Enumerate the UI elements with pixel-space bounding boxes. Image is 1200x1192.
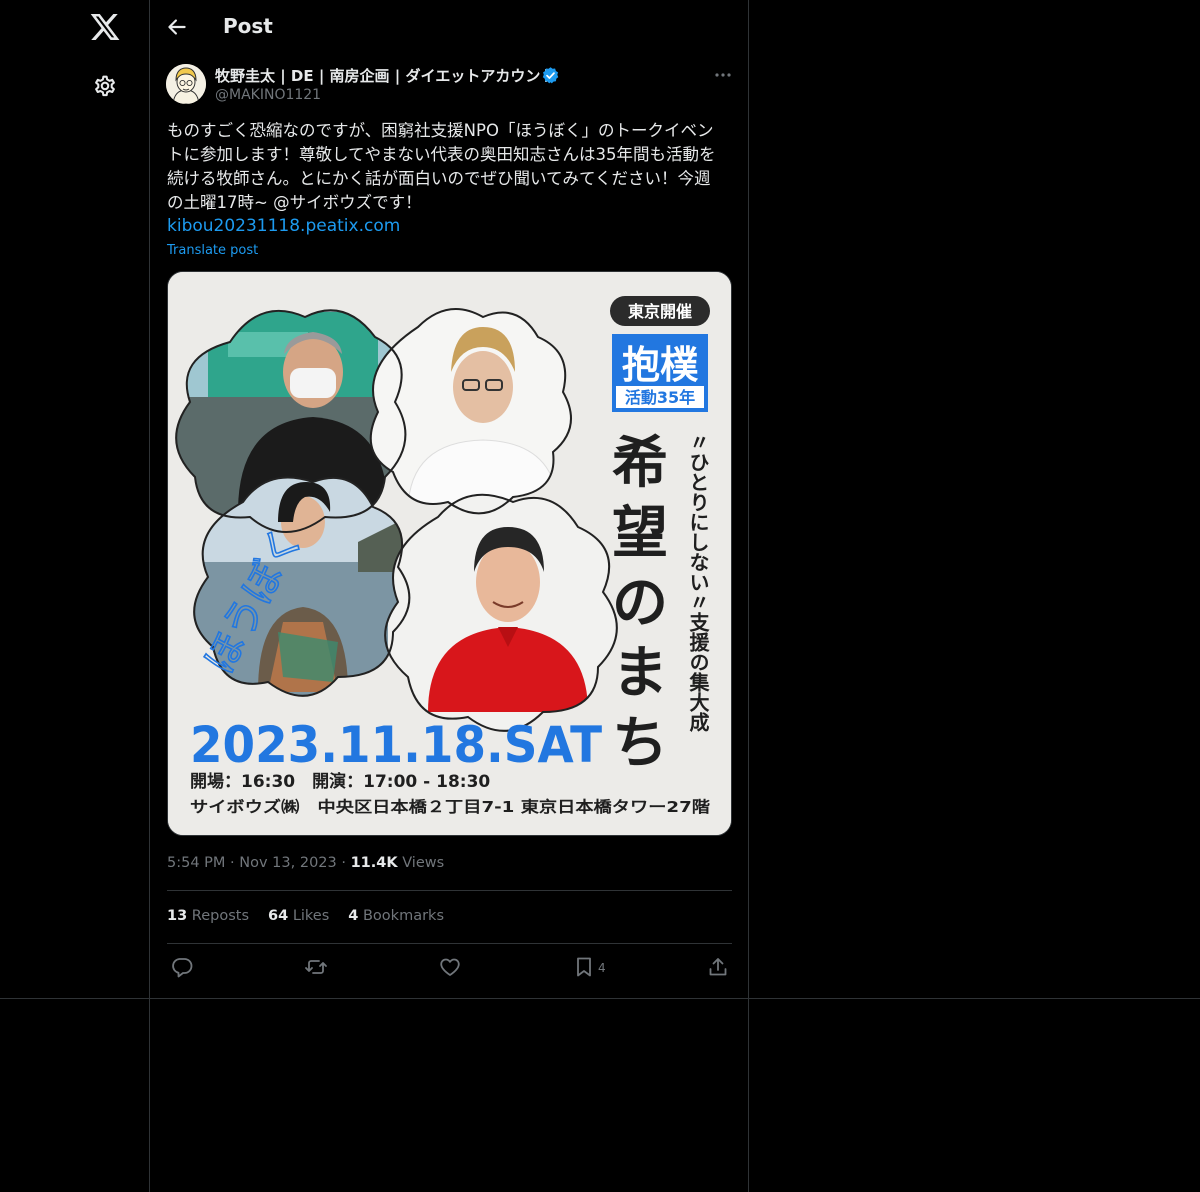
- views-label: Views: [402, 855, 445, 871]
- arrow-left-icon[interactable]: [164, 14, 190, 40]
- post-text-line: トに参加します！尊敬してやまない代表の奥田知志さんは35年間も活動を: [167, 145, 716, 164]
- likes-stat[interactable]: 64 Likes: [268, 908, 329, 924]
- poster-time: 開場：16:30 開演：17:00 - 18:30: [190, 771, 490, 792]
- post-column: Post 牧野圭太 | DE | 南房企画 | ダイエットアカウント @MAKI…: [149, 0, 749, 1192]
- translate-post-link[interactable]: Translate post: [167, 243, 258, 258]
- page-header: Post: [150, 0, 748, 54]
- avatar[interactable]: [166, 64, 206, 104]
- poster-title: 希 望 の ま ち: [612, 431, 668, 776]
- verified-badge-icon: [542, 67, 559, 84]
- post-text-line: ものすごく恐縮なのですが、困窮社支援NPO「ほうぼく」のトークイベン: [167, 121, 714, 140]
- repost-icon[interactable]: [304, 955, 328, 979]
- left-sidebar: [0, 0, 150, 1192]
- post-text-line: の土曜17時~ @サイボウズです！: [167, 193, 422, 212]
- author-display-name[interactable]: 牧野圭太 | DE | 南房企画 | ダイエットアカウント: [215, 65, 555, 86]
- post-link[interactable]: kibou20231118.peatix.com: [167, 216, 400, 236]
- post-date[interactable]: Nov 13, 2023: [239, 855, 336, 871]
- post-text-line: 続ける牧師さん。とにかく話が面白いのでぜひ聞いてみてください！今週: [167, 169, 711, 188]
- divider: [167, 890, 732, 891]
- post-time[interactable]: 5:54 PM: [167, 855, 225, 871]
- svg-text:希: 希: [612, 431, 668, 496]
- post-text: ものすごく恐縮なのですが、困窮社支援NPO「ほうぼく」のトークイベン トに参加し…: [167, 119, 737, 215]
- x-logo-icon[interactable]: [89, 11, 121, 43]
- share-icon[interactable]: [706, 955, 730, 979]
- poster-badge: 東京開催: [628, 302, 692, 321]
- svg-text:ち: ち: [612, 711, 668, 776]
- poster-venue: サイボウズ㈱ 中央区日本橋２丁目7-1 東京日本橋タワー27階: [190, 797, 711, 816]
- svg-text:ま: ま: [612, 641, 668, 706]
- post-stats: 13 Reposts 64 Likes 4 Bookmarks: [167, 908, 444, 924]
- more-options-icon[interactable]: [712, 66, 734, 84]
- reply-icon[interactable]: [170, 955, 194, 979]
- svg-text:望: 望: [612, 501, 668, 566]
- bookmark-icon[interactable]: [572, 955, 596, 979]
- poster-org-title: 抱樸: [622, 343, 699, 387]
- post-image[interactable]: ほうぼく 東京開催 抱樸 活動35年 希 望 の ま ち 〃ひとりにしない〃支援…: [167, 271, 732, 836]
- poster-org-subtitle: 活動35年: [625, 388, 695, 407]
- event-poster: ほうぼく 東京開催 抱樸 活動35年 希 望 の ま ち 〃ひとりにしない〃支援…: [168, 272, 731, 835]
- poster-tagline: 〃ひとりにしない〃支援の集大成: [686, 432, 710, 733]
- divider: [167, 943, 732, 944]
- page-title: Post: [223, 14, 273, 38]
- page-divider: [0, 998, 1200, 999]
- bookmarks-stat[interactable]: 4 Bookmarks: [348, 908, 444, 924]
- heart-icon[interactable]: [438, 955, 462, 979]
- svg-text:の: の: [612, 571, 668, 636]
- post-meta: 5:54 PM · Nov 13, 2023 · 11.4K Views: [167, 855, 444, 871]
- gear-icon[interactable]: [92, 74, 118, 100]
- bookmark-action-count: 4: [598, 961, 606, 975]
- author-handle[interactable]: @MAKINO1121: [215, 87, 321, 103]
- avatar-illustration: [166, 64, 206, 104]
- poster-date: 2023.11.18.SAT: [190, 716, 602, 774]
- meta-separator: ·: [230, 855, 235, 871]
- reposts-stat[interactable]: 13 Reposts: [167, 908, 249, 924]
- views-count: 11.4K: [350, 855, 398, 871]
